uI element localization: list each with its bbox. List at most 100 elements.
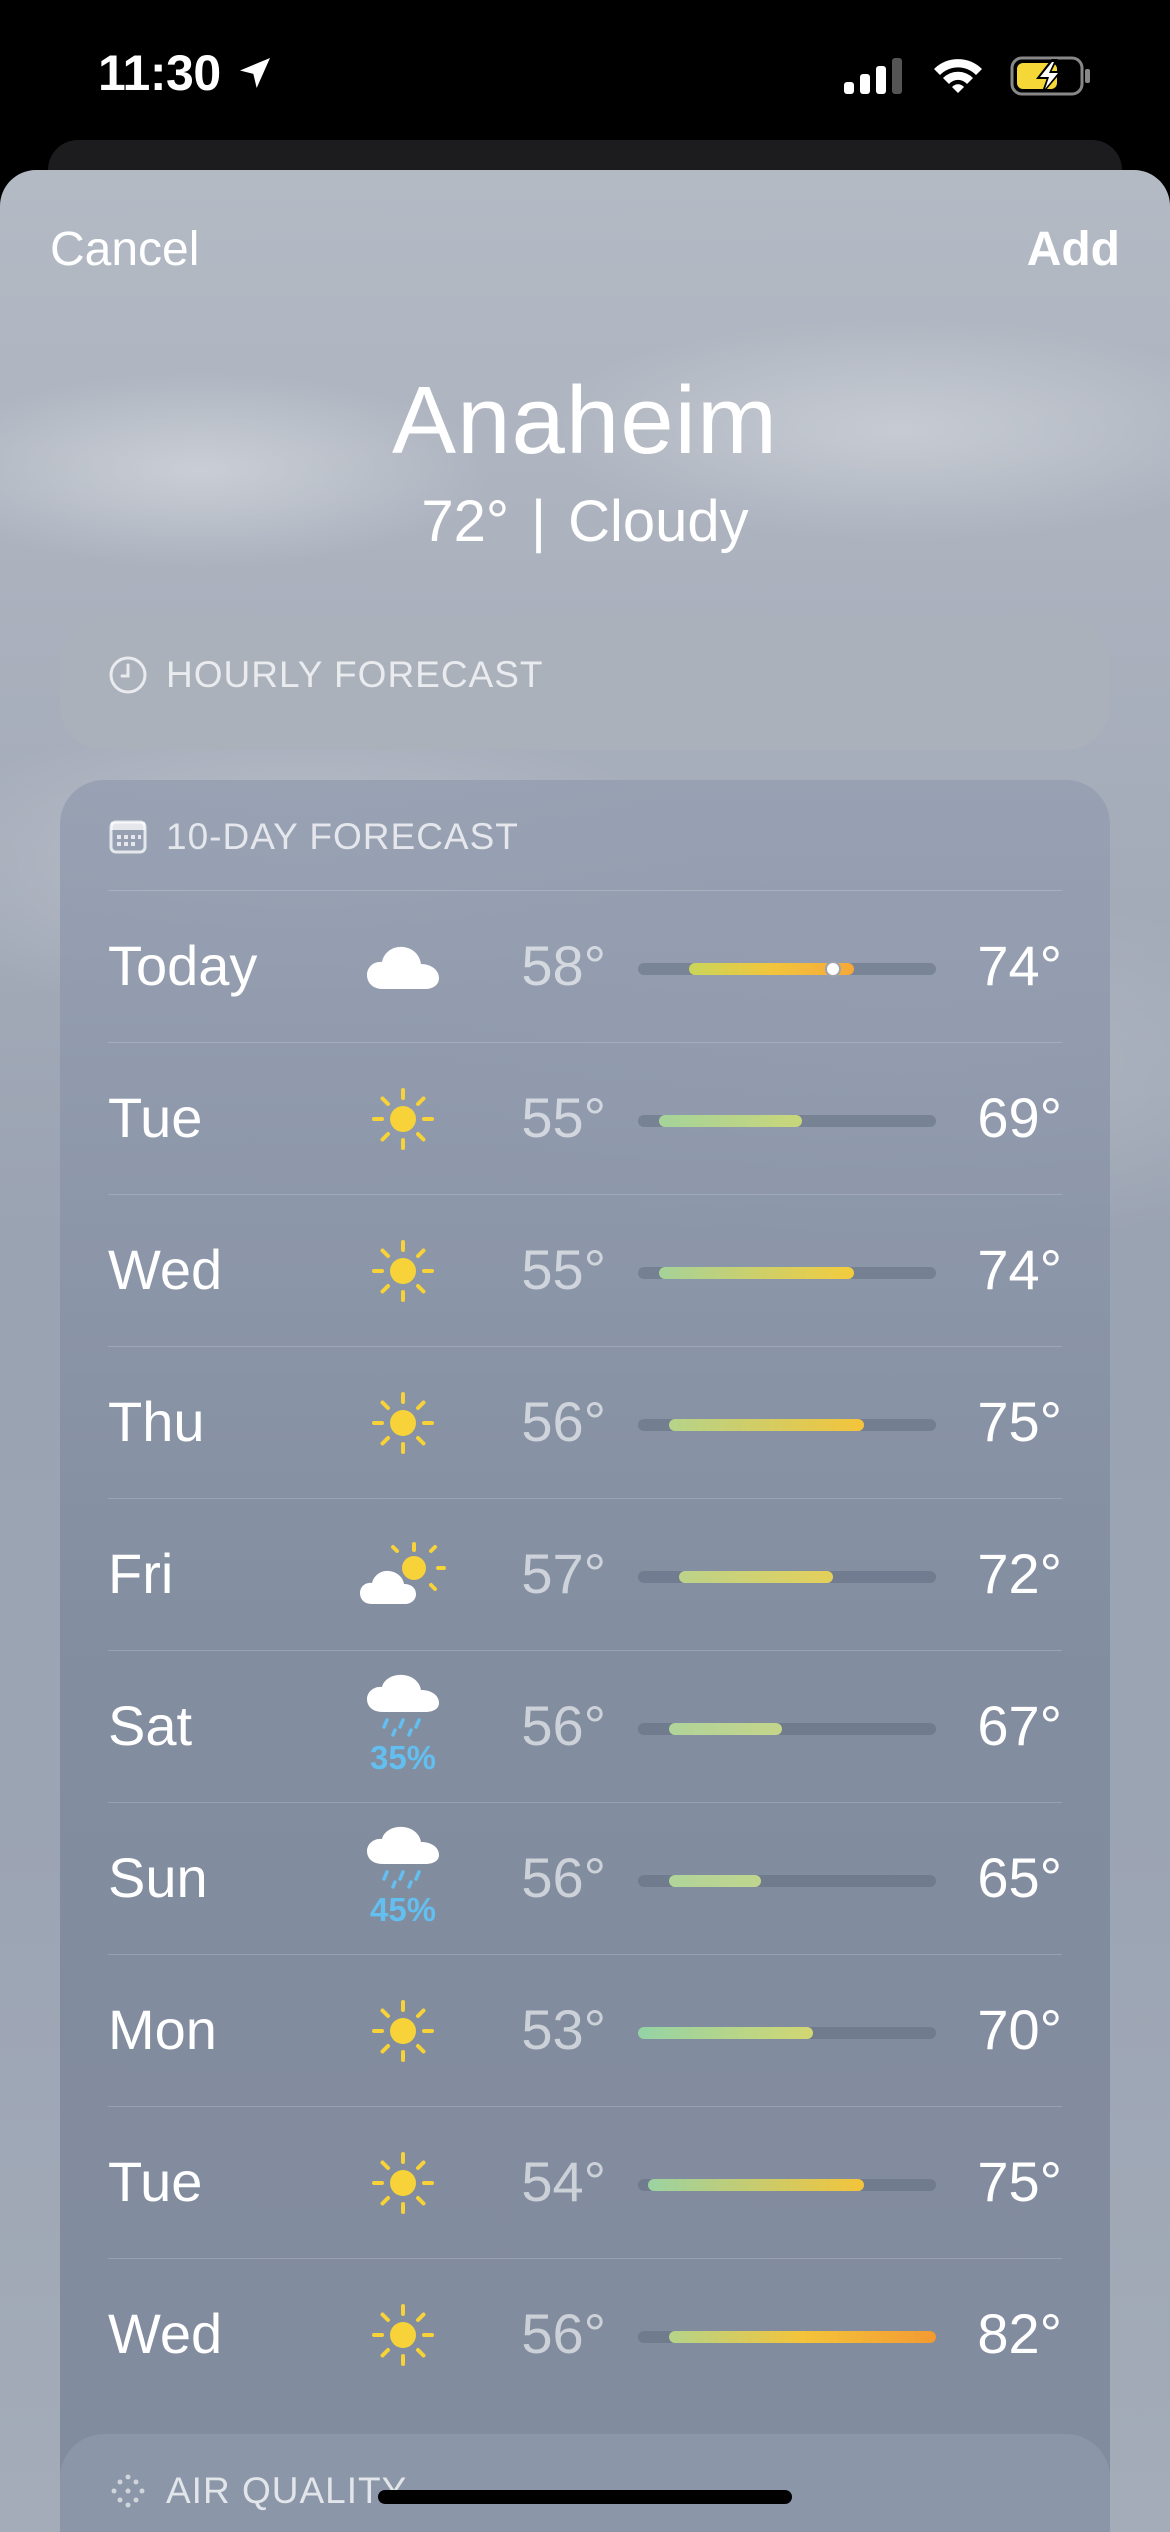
rain-icon — [348, 1817, 458, 1897]
forecast-row[interactable]: Mon 53° 70° — [108, 1954, 1062, 2106]
forecast-rows: Today 58° 74° Tue 55° 69° Wed 55° 74° Thu 56° 75° Fr… — [108, 890, 1062, 2410]
forecast-row[interactable]: Today 58° 74° — [108, 890, 1062, 1042]
temperature-range-fill — [668, 1419, 865, 1431]
forecast-day: Tue — [108, 1086, 203, 1149]
partly-sunny-icon — [348, 1535, 458, 1615]
low-temperature: 56° — [521, 1694, 606, 1757]
high-temperature: 65° — [977, 1846, 1062, 1909]
high-temperature: 82° — [977, 2302, 1062, 2365]
battery-charging-icon — [1010, 56, 1090, 96]
low-temperature: 56° — [521, 2302, 606, 2365]
forecast-row[interactable]: Sun 45% 56° 65° — [108, 1802, 1062, 1954]
forecast-day: Tue — [108, 2150, 203, 2213]
temperature-range-fill — [668, 2331, 936, 2343]
temperature-range-bar — [638, 1571, 936, 1583]
sun-icon — [348, 1079, 458, 1159]
temperature-range-bar — [638, 1267, 936, 1279]
temperature-range-fill — [679, 1571, 834, 1583]
high-temperature: 74° — [977, 1238, 1062, 1301]
sun-icon — [348, 2295, 458, 2375]
forecast-day: Sat — [108, 1694, 193, 1757]
calendar-icon — [109, 820, 147, 854]
forecast-row[interactable]: Tue 55° 69° — [108, 1042, 1062, 1194]
status-time: 11:30 — [98, 44, 275, 102]
clock-icon — [109, 656, 147, 694]
air-quality-card[interactable]: AIR QUALITY — [60, 2434, 1110, 2532]
temperature-range-bar — [638, 961, 936, 977]
temperature-range-fill — [668, 1723, 782, 1735]
high-temperature: 70° — [977, 1998, 1062, 2061]
conditions-separator: | — [531, 489, 547, 554]
forecast-row[interactable]: Sat 35% 56° 67° — [108, 1650, 1062, 1802]
ten-day-forecast-title: 10-DAY FORECAST — [166, 816, 519, 857]
temperature-range-bar — [638, 1723, 936, 1735]
forecast-row[interactable]: Wed 56° 82° — [108, 2258, 1062, 2410]
temperature-range-fill — [668, 1875, 762, 1887]
wifi-icon — [934, 59, 982, 93]
sun-icon — [348, 1991, 458, 2071]
temperature-range-bar — [638, 1419, 936, 1431]
low-temperature: 55° — [521, 1086, 606, 1149]
low-temperature: 55° — [521, 1238, 606, 1301]
air-quality-header: AIR QUALITY — [108, 2470, 407, 2512]
high-temperature: 72° — [977, 1542, 1062, 1605]
precipitation-chance: 45% — [369, 1891, 437, 1928]
rain-icon — [348, 1665, 458, 1745]
forecast-row[interactable]: Wed 55° 74° — [108, 1194, 1062, 1346]
hourly-forecast-header: HOURLY FORECAST — [108, 654, 544, 696]
temperature-range-bar — [638, 2179, 936, 2191]
temperature-range-bar — [638, 1875, 936, 1887]
hourly-forecast-card[interactable]: HOURLY FORECAST — [60, 618, 1110, 750]
home-indicator[interactable] — [378, 2490, 792, 2504]
status-icons — [844, 56, 1092, 96]
temperature-range-bar — [638, 1115, 936, 1127]
cancel-button[interactable]: Cancel — [50, 222, 199, 277]
low-temperature: 56° — [521, 1846, 606, 1909]
forecast-row[interactable]: Thu 56° 75° — [108, 1346, 1062, 1498]
temperature-range-fill — [648, 2179, 865, 2191]
forecast-day: Mon — [108, 1998, 217, 2061]
air-quality-icon — [111, 2474, 145, 2508]
high-temperature: 75° — [977, 1390, 1062, 1453]
low-temperature: 56° — [521, 1390, 606, 1453]
low-temperature: 53° — [521, 1998, 606, 2061]
forecast-day: Wed — [108, 2302, 223, 2365]
high-temperature: 69° — [977, 1086, 1062, 1149]
temperature-range-fill — [658, 1115, 803, 1127]
sun-icon — [348, 2143, 458, 2223]
cloud-icon — [348, 927, 458, 1007]
ten-day-forecast-header: 10-DAY FORECAST — [108, 816, 519, 858]
weather-preview-sheet: Cancel Add Anaheim 72° | Cloudy HOURLY FOR… — [0, 170, 1170, 2532]
location-arrow-icon — [239, 58, 270, 88]
status-time-text: 11:30 — [98, 45, 221, 101]
low-temperature: 58° — [521, 934, 606, 997]
current-conditions: 72° | Cloudy — [0, 488, 1170, 555]
sun-icon — [348, 1231, 458, 1311]
current-condition: Cloudy — [568, 489, 749, 554]
temperature-range-fill — [638, 2027, 813, 2039]
forecast-day: Sun — [108, 1846, 208, 1909]
temperature-range-bar — [638, 2331, 936, 2343]
city-name: Anaheim — [392, 367, 778, 474]
hourly-forecast-title: HOURLY FORECAST — [166, 654, 544, 695]
forecast-day: Fri — [108, 1542, 174, 1605]
forecast-row[interactable]: Fri 57° 72° — [108, 1498, 1062, 1650]
low-temperature: 57° — [521, 1542, 606, 1605]
sun-icon — [348, 1383, 458, 1463]
high-temperature: 74° — [977, 934, 1062, 997]
high-temperature: 67° — [977, 1694, 1062, 1757]
ten-day-forecast-card[interactable]: 10-DAY FORECAST Today 58° 74° Tue 55° 69° Wed 5… — [60, 780, 1110, 2532]
status-bar: 11:30 — [0, 0, 1170, 160]
low-temperature: 54° — [521, 2150, 606, 2213]
forecast-day: Wed — [108, 1238, 223, 1301]
forecast-day: Today — [108, 934, 258, 997]
current-temperature: 72° — [421, 489, 510, 554]
air-quality-title: AIR QUALITY — [166, 2470, 408, 2511]
add-button[interactable]: Add — [1027, 222, 1120, 277]
temperature-range-bar — [638, 2027, 936, 2039]
cellular-signal-icon — [844, 58, 902, 94]
high-temperature: 75° — [977, 2150, 1062, 2213]
forecast-day: Thu — [108, 1390, 205, 1453]
forecast-row[interactable]: Tue 54° 75° — [108, 2106, 1062, 2258]
precipitation-chance: 35% — [369, 1739, 437, 1776]
